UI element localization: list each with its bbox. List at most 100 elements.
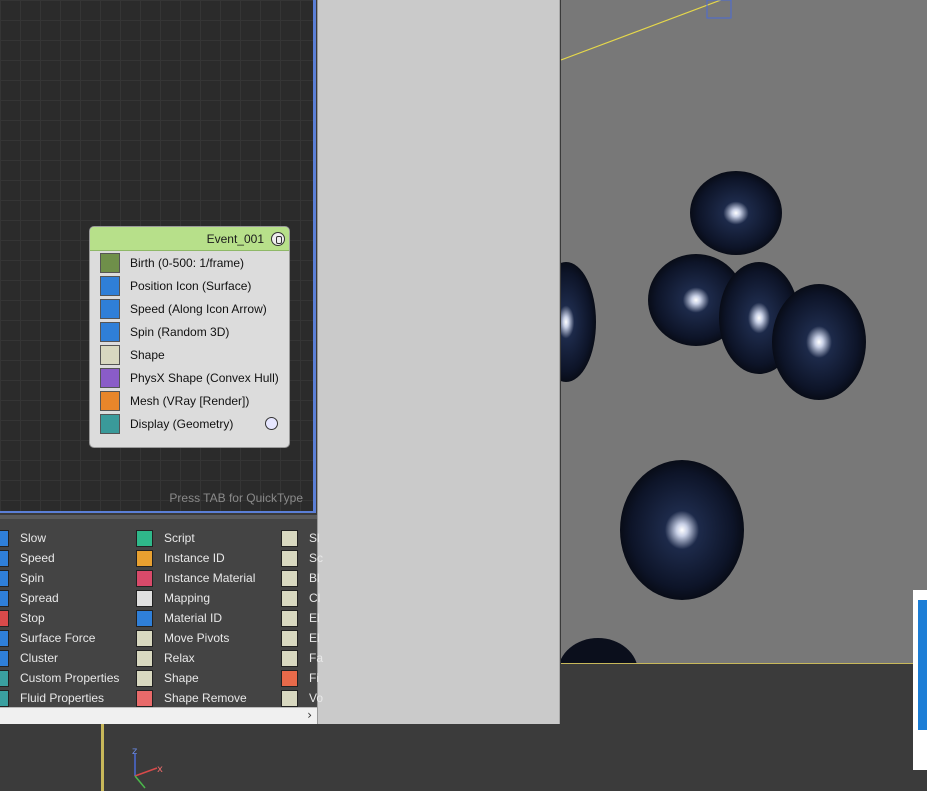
operator-label: Mesh (VRay [Render]) bbox=[130, 393, 250, 408]
depot-item[interactable]: Shape bbox=[136, 668, 199, 688]
depot-item[interactable]: Fi bbox=[281, 668, 319, 688]
lightbulb-icon[interactable] bbox=[271, 231, 285, 246]
operator-label: Speed (Along Icon Arrow) bbox=[130, 301, 267, 316]
operator-row[interactable]: Speed (Along Icon Arrow) bbox=[90, 297, 289, 320]
display-toggle[interactable] bbox=[265, 417, 278, 430]
operator-row[interactable]: Mesh (VRay [Render]) bbox=[90, 389, 289, 412]
event-node[interactable]: Event_001 Birth (0-500: 1/frame) Position… bbox=[89, 226, 290, 448]
bottom-viewport[interactable]: z x bbox=[0, 724, 561, 791]
operator-icon bbox=[281, 629, 298, 647]
depot-item-label: Move Pivots bbox=[164, 631, 230, 645]
depot-item-label: Cluster bbox=[20, 651, 59, 665]
operator-icon bbox=[281, 649, 298, 667]
operator-label: Birth (0-500: 1/frame) bbox=[130, 255, 245, 270]
operator-icon bbox=[136, 529, 153, 547]
operator-depot[interactable]: Slow Speed Spin Spread Stop Surface Force Clus… bbox=[0, 515, 323, 723]
depot-item[interactable]: Stop bbox=[0, 608, 45, 628]
depot-item-label: El bbox=[309, 611, 320, 625]
depot-item-label: Stop bbox=[20, 611, 45, 625]
position-icon bbox=[100, 275, 120, 296]
event-header[interactable]: Event_001 bbox=[90, 227, 289, 251]
spin-icon bbox=[100, 321, 120, 342]
depot-item-label: El bbox=[309, 631, 320, 645]
operator-icon bbox=[136, 609, 153, 627]
depot-item[interactable]: Slow bbox=[0, 528, 46, 548]
operator-icon bbox=[0, 529, 9, 547]
depot-item-label: Vo bbox=[309, 691, 324, 705]
operator-row[interactable]: Position Icon (Surface) bbox=[90, 274, 289, 297]
depot-item[interactable]: Instance ID bbox=[136, 548, 225, 568]
particle-view-graph[interactable]: Event_001 Birth (0-500: 1/frame) Position… bbox=[0, 0, 316, 513]
viewport-render bbox=[561, 0, 866, 663]
operator-icon bbox=[281, 549, 298, 567]
operator-row[interactable]: Shape bbox=[90, 343, 289, 366]
depot-item[interactable]: Shape Remove bbox=[136, 688, 247, 708]
operator-icon bbox=[136, 549, 153, 567]
depot-item-label: Sl bbox=[309, 531, 320, 545]
operator-label: Spin (Random 3D) bbox=[130, 324, 230, 339]
operator-row[interactable]: Birth (0-500: 1/frame) bbox=[90, 251, 289, 274]
birth-icon bbox=[100, 252, 120, 273]
depot-item-label: Instance Material bbox=[164, 571, 256, 585]
viewport-border bbox=[101, 724, 104, 791]
depot-item[interactable]: Cluster bbox=[0, 648, 58, 668]
operator-icon bbox=[0, 589, 9, 607]
depot-item[interactable]: Speed bbox=[0, 548, 55, 568]
window-edge-accent bbox=[918, 600, 927, 730]
depot-item-label: Surface Force bbox=[20, 631, 96, 645]
depot-item[interactable]: Cl bbox=[281, 588, 320, 608]
axis-z-label: z bbox=[132, 746, 137, 757]
operator-label: PhysX Shape (Convex Hull) bbox=[130, 370, 279, 385]
operator-icon bbox=[281, 529, 298, 547]
depot-item[interactable]: Script bbox=[136, 528, 195, 548]
depot-item[interactable]: Move Pivots bbox=[136, 628, 229, 648]
operator-row[interactable]: PhysX Shape (Convex Hull) bbox=[90, 366, 289, 389]
depot-item-label: Shape bbox=[164, 671, 199, 685]
operator-icon bbox=[0, 609, 9, 627]
depot-item-label: Material ID bbox=[164, 611, 223, 625]
display-icon bbox=[100, 413, 120, 434]
depot-item[interactable]: Mapping bbox=[136, 588, 210, 608]
depot-item[interactable]: Material ID bbox=[136, 608, 222, 628]
depot-item[interactable]: Fa bbox=[281, 648, 323, 668]
operator-icon bbox=[0, 569, 9, 587]
blueberry bbox=[561, 262, 596, 382]
scene-viewport[interactable] bbox=[561, 0, 927, 664]
operator-label: Display (Geometry) bbox=[130, 416, 234, 431]
blueberry bbox=[690, 171, 782, 255]
depot-scrollbar[interactable]: › bbox=[0, 707, 317, 724]
blueberry bbox=[620, 460, 744, 600]
depot-item[interactable]: El bbox=[281, 608, 320, 628]
operator-icon bbox=[281, 609, 298, 627]
depot-item-label: Script bbox=[164, 531, 195, 545]
mesh-icon bbox=[100, 390, 120, 411]
operator-row[interactable]: Display (Geometry) bbox=[90, 412, 289, 435]
depot-item[interactable]: El bbox=[281, 628, 320, 648]
operator-icon bbox=[136, 589, 153, 607]
depot-item[interactable]: Surface Force bbox=[0, 628, 95, 648]
depot-item-label: Shape Remove bbox=[164, 691, 247, 705]
depot-item[interactable]: Bl bbox=[281, 568, 320, 588]
depot-item-label: Fa bbox=[309, 651, 324, 665]
operator-icon bbox=[0, 549, 9, 567]
operator-icon bbox=[281, 689, 298, 707]
operator-label: Shape bbox=[130, 347, 165, 362]
depot-item[interactable]: Fluid Properties bbox=[0, 688, 104, 708]
depot-item[interactable]: Custom Properties bbox=[0, 668, 119, 688]
depot-item-label: Custom Properties bbox=[20, 671, 120, 685]
operator-label: Position Icon (Surface) bbox=[130, 278, 252, 293]
depot-item[interactable]: Spin bbox=[0, 568, 44, 588]
scroll-right-arrow[interactable]: › bbox=[307, 708, 312, 722]
depot-item[interactable]: Instance Material bbox=[136, 568, 255, 588]
operator-row[interactable]: Spin (Random 3D) bbox=[90, 320, 289, 343]
depot-item-label: Fluid Properties bbox=[20, 691, 105, 705]
operator-icon bbox=[281, 669, 298, 687]
depot-item[interactable]: Vo bbox=[281, 688, 323, 708]
parameters-panel bbox=[317, 0, 560, 724]
operator-icon bbox=[136, 669, 153, 687]
depot-item[interactable]: Sc bbox=[281, 548, 323, 568]
spline-line bbox=[561, 0, 722, 61]
depot-item[interactable]: Spread bbox=[0, 588, 59, 608]
depot-item[interactable]: Sl bbox=[281, 528, 320, 548]
depot-item[interactable]: Relax bbox=[136, 648, 195, 668]
